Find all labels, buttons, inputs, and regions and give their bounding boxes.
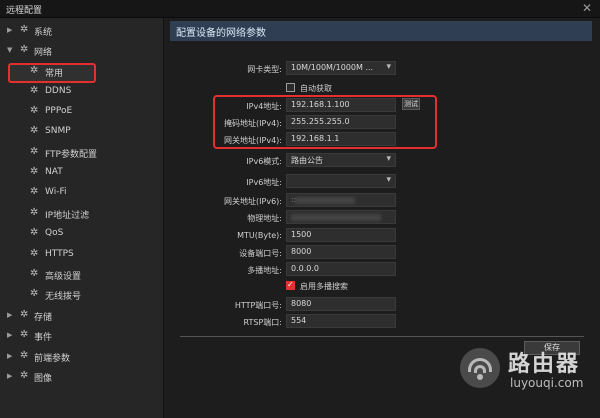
chevron-right-icon[interactable]: ▶ [7, 331, 12, 339]
ipv6-gateway-input[interactable]: :: [286, 193, 396, 207]
gear-icon: ✲ [30, 227, 39, 238]
multicast-search-checkbox[interactable] [286, 280, 295, 290]
title-bar: 远程配置 ✕ [0, 0, 600, 18]
sidebar-item-label: 前端参数 [34, 354, 71, 364]
sidebar-item-label: HTTPS [45, 249, 74, 259]
nic-type-select[interactable]: 10M/100M/1000M ... [286, 61, 396, 75]
gear-icon: ✲ [20, 350, 29, 361]
http-port-label: HTTP端口号: [234, 301, 282, 310]
chevron-right-icon[interactable]: ▶ [7, 372, 12, 380]
sidebar-item-label: 无线拨号 [45, 292, 82, 302]
gear-icon: ✲ [30, 268, 39, 279]
mac-address-input [286, 210, 396, 224]
nic-type-label: 网卡类型: [247, 65, 282, 74]
gear-icon: ✲ [30, 65, 39, 76]
ipv6-gateway-label: 网关地址(IPv6): [224, 197, 282, 206]
router-logo-icon [460, 348, 500, 388]
sidebar-item-wireless-dial[interactable]: ✲ 无线拨号 [0, 286, 162, 304]
sidebar-item-nat[interactable]: ✲ NAT [0, 164, 162, 182]
sidebar-item-events[interactable]: ▶ ✲ 事件 [0, 327, 162, 345]
sidebar-item-https[interactable]: ✲ HTTPS [0, 246, 162, 264]
sidebar-item-label: IP地址过滤 [45, 211, 90, 221]
sidebar-item-wifi[interactable]: ✲ Wi-Fi [0, 184, 162, 202]
gear-icon: ✲ [20, 329, 29, 340]
ipv6-address-label: IPv6地址: [246, 178, 282, 187]
gear-icon: ✲ [20, 24, 29, 35]
sidebar-item-label: Wi-Fi [45, 187, 67, 197]
sidebar-item-common[interactable]: ✲ 常用 [0, 63, 162, 81]
sidebar-item-ftp[interactable]: ✲ FTP参数配置 [0, 144, 162, 162]
sidebar-item-label: FTP参数配置 [45, 150, 97, 160]
auto-obtain-checkbox[interactable] [286, 83, 295, 92]
redacted-bar [291, 214, 381, 221]
gear-icon: ✲ [30, 85, 39, 96]
gear-icon: ✲ [20, 309, 29, 320]
sidebar-item-label: 图像 [34, 374, 53, 384]
section-title: 配置设备的网络参数 [176, 28, 266, 39]
ipv4-highlight-box [213, 95, 437, 149]
gear-icon: ✲ [20, 44, 29, 55]
sidebar-item-label: QoS [45, 228, 64, 238]
sidebar-item-label: 存储 [34, 313, 53, 323]
watermark-en: luyouqi.com [510, 376, 584, 390]
device-port-label: 设备端口号: [239, 249, 282, 258]
sidebar-nav: ▶ ✲ 系统 ▼ ✲ 网络 ✲ 常用 ✲ DDNS ✲ PPPoE ✲ SNMP… [0, 18, 164, 418]
rtsp-port-input[interactable]: 554 [286, 314, 396, 328]
sidebar-item-pppoe[interactable]: ✲ PPPoE [0, 103, 162, 121]
auto-obtain-label: 自动获取 [300, 84, 332, 93]
sidebar-item-label: SNMP [45, 126, 71, 136]
gear-icon: ✲ [20, 370, 29, 381]
sidebar-item-snmp[interactable]: ✲ SNMP [0, 123, 162, 141]
http-port-input[interactable]: 8080 [286, 297, 396, 311]
watermark-cn: 路由器 [508, 352, 581, 377]
ipv6-mode-select[interactable]: 路由公告 [286, 153, 396, 167]
multicast-input[interactable]: 0.0.0.0 [286, 262, 396, 276]
gear-icon: ✲ [30, 288, 39, 299]
sidebar-item-label: 常用 [45, 69, 64, 79]
gear-icon: ✲ [30, 186, 39, 197]
chevron-right-icon[interactable]: ▶ [7, 352, 12, 360]
sidebar-item-label: NAT [45, 167, 63, 177]
section-header: 配置设备的网络参数 [170, 21, 592, 41]
window-title: 远程配置 [6, 6, 43, 16]
ipv6-mode-label: IPv6模式: [246, 157, 282, 166]
sidebar-item-advanced[interactable]: ✲ 高级设置 [0, 266, 162, 284]
multicast-search-label: 启用多播搜索 [300, 282, 348, 291]
gear-icon: ✲ [30, 207, 39, 218]
ipv6-address-select[interactable] [286, 174, 396, 188]
multicast-label: 多播地址: [247, 266, 282, 275]
sidebar-item-label: 事件 [34, 333, 53, 343]
redacted-bar [295, 197, 355, 204]
sidebar-item-label: 系统 [34, 28, 53, 38]
mac-address-label: 物理地址: [247, 214, 282, 223]
mtu-input[interactable]: 1500 [286, 228, 396, 242]
rtsp-port-label: RTSP端口: [243, 318, 282, 327]
sidebar-item-ddns[interactable]: ✲ DDNS [0, 83, 162, 101]
sidebar-item-storage[interactable]: ▶ ✲ 存储 [0, 307, 162, 325]
gear-icon: ✲ [30, 166, 39, 177]
sidebar-item-label: 网络 [34, 48, 53, 58]
watermark: 路由器 luyouqi.com [460, 340, 590, 404]
close-icon[interactable]: ✕ [582, 1, 592, 15]
gear-icon: ✲ [30, 125, 39, 136]
mtu-label: MTU(Byte): [237, 231, 282, 240]
sidebar-item-qos[interactable]: ✲ QoS [0, 225, 162, 243]
gear-icon: ✲ [30, 146, 39, 157]
sidebar-item-ip-filter[interactable]: ✲ IP地址过滤 [0, 205, 162, 223]
chevron-down-icon[interactable]: ▼ [7, 46, 12, 54]
chevron-right-icon[interactable]: ▶ [7, 311, 12, 319]
sidebar-item-label: 高级设置 [45, 272, 82, 282]
device-port-input[interactable]: 8000 [286, 245, 396, 259]
sidebar-item-system[interactable]: ▶ ✲ 系统 [0, 22, 162, 40]
sidebar-item-network[interactable]: ▼ ✲ 网络 [0, 42, 162, 60]
sidebar-item-image[interactable]: ▶ ✲ 图像 [0, 368, 162, 386]
gear-icon: ✲ [30, 105, 39, 116]
sidebar-item-frontend[interactable]: ▶ ✲ 前端参数 [0, 348, 162, 366]
gear-icon: ✲ [30, 248, 39, 259]
sidebar-item-label: PPPoE [45, 106, 73, 116]
divider [180, 336, 584, 337]
sidebar-item-label: DDNS [45, 86, 72, 96]
chevron-right-icon[interactable]: ▶ [7, 26, 12, 34]
